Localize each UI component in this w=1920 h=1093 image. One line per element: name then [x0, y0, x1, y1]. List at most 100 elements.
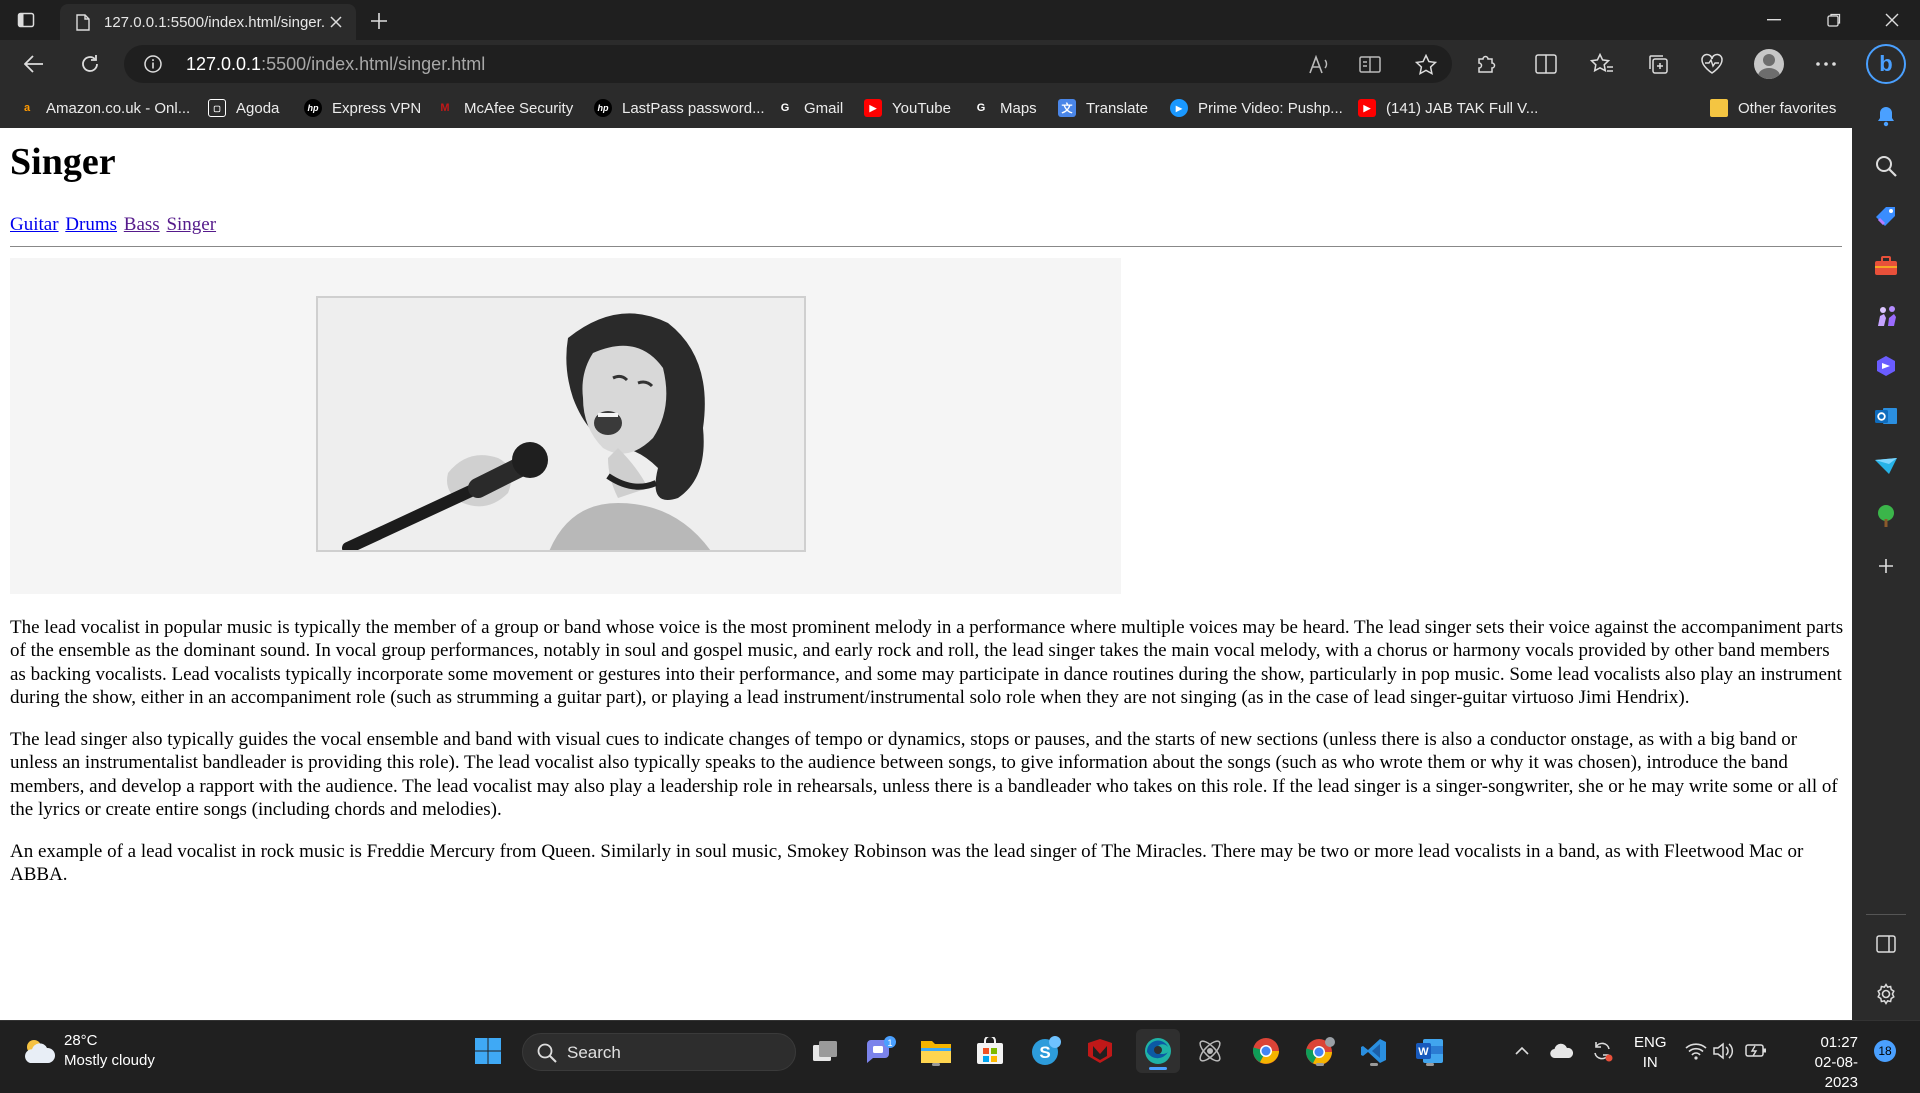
- system-clock[interactable]: 01:27 02-08-2023: [1782, 1033, 1858, 1093]
- extensions-icon[interactable]: [1470, 48, 1502, 80]
- chrome-icon[interactable]: [1248, 1033, 1284, 1069]
- restore-icon[interactable]: [1806, 0, 1862, 40]
- favorite-item[interactable]: G Maps: [972, 96, 1037, 120]
- weather-temperature: 28°C: [64, 1032, 98, 1049]
- more-options-icon[interactable]: [1810, 48, 1842, 80]
- favorites-icon[interactable]: [1586, 48, 1618, 80]
- onedrive-icon[interactable]: [1550, 1039, 1574, 1063]
- site-info-icon[interactable]: [144, 55, 162, 73]
- search-icon[interactable]: [1872, 152, 1900, 180]
- svg-text:S: S: [1039, 1043, 1050, 1062]
- favorite-item[interactable]: ▶ Prime Video: Pushp...: [1170, 96, 1343, 120]
- nav-link-bass[interactable]: Bass: [124, 214, 160, 235]
- profile-avatar[interactable]: [1754, 49, 1784, 79]
- sync-icon[interactable]: [1590, 1039, 1614, 1063]
- tools-icon[interactable]: [1872, 252, 1900, 280]
- tab-actions-icon[interactable]: [14, 8, 38, 32]
- volume-icon[interactable]: [1712, 1039, 1736, 1063]
- cloud-icon: [25, 1040, 56, 1063]
- split-screen-icon[interactable]: [1530, 48, 1562, 80]
- taskbar-search[interactable]: Search: [522, 1033, 796, 1071]
- favorite-star-icon[interactable]: [1414, 53, 1438, 77]
- favorite-label: Express VPN: [332, 99, 422, 117]
- favorite-item[interactable]: G Gmail: [776, 96, 843, 120]
- battery-icon[interactable]: [1744, 1039, 1768, 1063]
- dev-tool-icon[interactable]: [1192, 1033, 1228, 1069]
- paragraph-2: The lead singer also typically guides th…: [10, 729, 1838, 821]
- prime-video-icon: ▶: [1170, 99, 1188, 117]
- chrome-profile-icon[interactable]: [1302, 1033, 1338, 1069]
- vscode-icon[interactable]: [1356, 1033, 1392, 1069]
- back-icon[interactable]: [18, 48, 50, 80]
- outlook-icon[interactable]: [1872, 402, 1900, 430]
- tree-icon[interactable]: [1872, 502, 1900, 530]
- add-sidebar-app-icon[interactable]: [1872, 552, 1900, 580]
- task-view-icon[interactable]: [808, 1033, 844, 1069]
- close-window-icon[interactable]: [1864, 0, 1920, 40]
- hp-icon: hp: [594, 99, 612, 117]
- favorite-item[interactable]: hp Express VPN: [304, 96, 421, 120]
- url-text[interactable]: 127.0.0.1:5500/index.html/singer.html: [186, 54, 485, 75]
- address-bar[interactable]: 127.0.0.1:5500/index.html/singer.html: [124, 45, 1452, 83]
- skype-icon[interactable]: S: [1028, 1033, 1064, 1069]
- shopping-icon[interactable]: [1872, 202, 1900, 230]
- word-icon[interactable]: W: [1412, 1033, 1448, 1069]
- minimize-icon[interactable]: [1746, 0, 1802, 40]
- nav-link-guitar[interactable]: Guitar: [10, 214, 59, 235]
- weather-description: Mostly cloudy: [64, 1052, 155, 1069]
- favorite-item[interactable]: 文 Translate: [1058, 96, 1148, 120]
- file-explorer-icon[interactable]: [918, 1033, 954, 1069]
- edge-sidebar: [1852, 88, 1920, 1020]
- teams-badge: 1: [887, 1038, 892, 1048]
- favorite-item[interactable]: hp LastPass password...: [594, 96, 765, 120]
- running-indicator: [932, 1063, 940, 1066]
- read-aloud-icon[interactable]: [1308, 53, 1332, 77]
- youtube-icon: ▶: [1358, 99, 1376, 117]
- search-label: Search: [567, 1043, 621, 1062]
- wifi-icon[interactable]: [1684, 1039, 1708, 1063]
- refresh-icon[interactable]: [74, 48, 106, 80]
- collections-icon[interactable]: [1642, 48, 1674, 80]
- microsoft-365-icon[interactable]: [1872, 352, 1900, 380]
- notification-badge[interactable]: 18: [1874, 1040, 1896, 1062]
- immersive-reader-icon[interactable]: [1358, 53, 1382, 77]
- paragraph-3: An example of a lead vocalist in rock mu…: [10, 841, 1804, 886]
- close-tab-icon[interactable]: [326, 12, 346, 32]
- google-icon: G: [780, 102, 790, 114]
- drop-icon[interactable]: [1872, 452, 1900, 480]
- show-hidden-icons-icon[interactable]: [1510, 1039, 1534, 1063]
- google-icon: G: [976, 102, 986, 114]
- teams-chat-icon[interactable]: 1: [862, 1033, 898, 1069]
- favorite-label: (141) JAB TAK Full V...: [1386, 99, 1539, 117]
- microsoft-store-icon[interactable]: [972, 1033, 1008, 1069]
- weather-widget[interactable]: 28°C Mostly cloudy: [22, 1031, 155, 1071]
- active-tab[interactable]: 127.0.0.1:5500/index.html/singer.html: [60, 4, 356, 40]
- favorites-bar: a Amazon.co.uk - Onl... ▢ Agoda hp Express VP…: [0, 88, 1856, 128]
- start-icon[interactable]: [470, 1033, 506, 1069]
- browser-essentials-icon[interactable]: [1696, 48, 1728, 80]
- new-tab-icon[interactable]: [366, 8, 392, 34]
- games-icon[interactable]: [1872, 302, 1900, 330]
- nav-link-drums[interactable]: Drums: [65, 214, 117, 235]
- favorite-item[interactable]: ▢ Agoda: [208, 96, 279, 120]
- hide-sidebar-icon[interactable]: [1872, 930, 1900, 958]
- bing-copilot-icon[interactable]: b: [1866, 44, 1906, 84]
- language-indicator[interactable]: ENG IN: [1634, 1033, 1667, 1073]
- mcafee-icon[interactable]: [1082, 1033, 1118, 1069]
- tab-title: 127.0.0.1:5500/index.html/singer.html: [104, 13, 324, 31]
- favorite-item[interactable]: ▶ YouTube: [864, 96, 951, 120]
- sidebar-settings-icon[interactable]: [1872, 980, 1900, 1008]
- running-indicator: [1426, 1063, 1434, 1066]
- edge-taskbar-icon[interactable]: [1136, 1029, 1180, 1073]
- agoda-icon: ▢: [208, 99, 226, 117]
- youtube-icon: ▶: [864, 99, 882, 117]
- other-favorites-label: Other favorites: [1738, 99, 1837, 117]
- favorite-item[interactable]: a Amazon.co.uk - Onl...: [18, 96, 190, 120]
- favorite-item[interactable]: ▶ (141) JAB TAK Full V...: [1358, 96, 1538, 120]
- running-indicator: [1316, 1063, 1324, 1066]
- nav-link-singer[interactable]: Singer: [166, 214, 216, 235]
- notifications-icon[interactable]: [1872, 102, 1900, 130]
- other-favorites[interactable]: Other favorites: [1710, 96, 1836, 120]
- favorite-item[interactable]: M McAfee Security: [436, 96, 573, 120]
- translate-icon: 文: [1058, 99, 1076, 117]
